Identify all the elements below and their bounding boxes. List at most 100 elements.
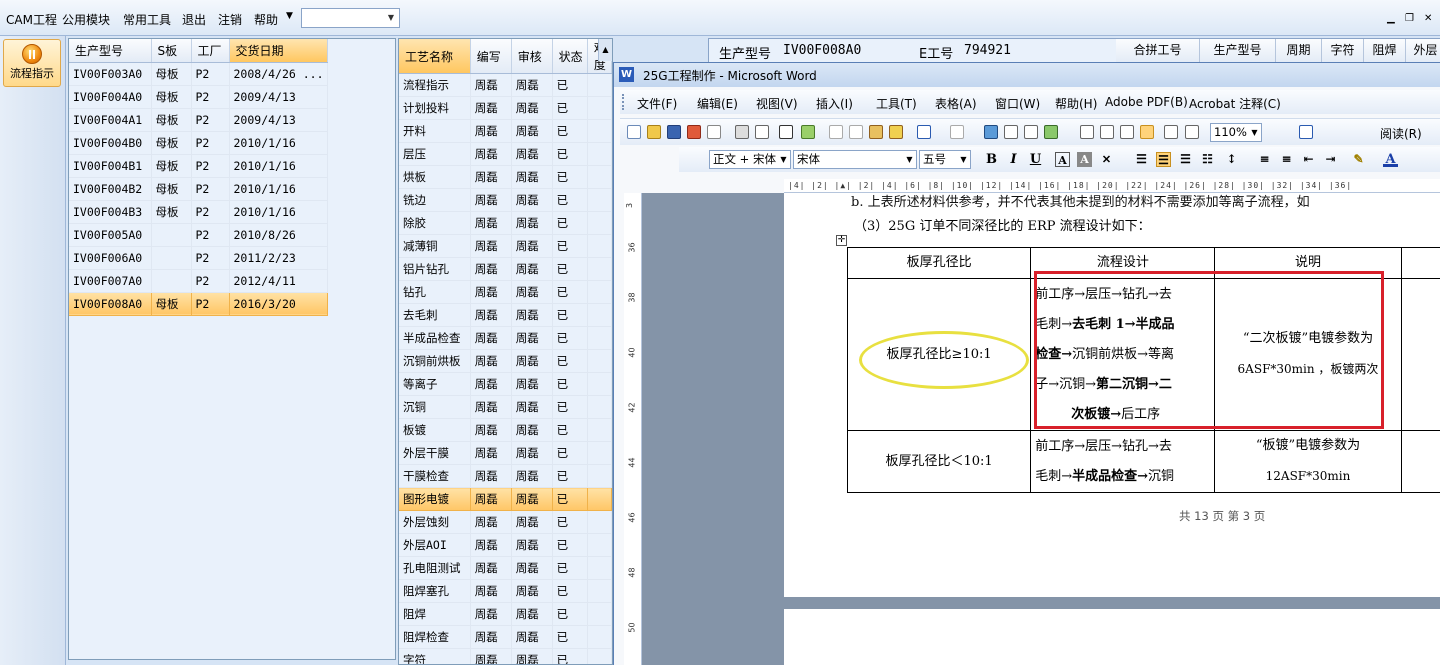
insert-table-icon[interactable] [1024, 125, 1038, 139]
table-move-handle[interactable]: ✛ [836, 235, 847, 246]
table-row[interactable]: 孔电阻测试 周磊 周磊已 [399, 556, 612, 580]
redo-icon[interactable] [950, 125, 964, 139]
char-shading-button[interactable]: A [1077, 152, 1092, 167]
increase-indent-icon[interactable]: ⇥ [1323, 152, 1338, 167]
word-menu-item[interactable]: 视图(V) [756, 95, 798, 112]
word-menu-item[interactable]: 编辑(E) [697, 95, 738, 112]
char-border-button[interactable]: A [1055, 152, 1070, 167]
underline-button[interactable]: U [1028, 152, 1043, 167]
table-row[interactable]: 铝片钻孔 周磊 周磊已 [399, 257, 612, 281]
help-icon[interactable] [1299, 125, 1313, 139]
table-row[interactable]: 开料 周磊 周磊已 [399, 119, 612, 143]
doc-map-icon[interactable] [1120, 125, 1134, 139]
bullets-icon[interactable]: ≡ [1279, 152, 1294, 167]
table-row[interactable]: 流程指示 周磊 周磊已 [399, 73, 612, 97]
table-row[interactable]: 等离子 周磊 周磊已 [399, 372, 612, 396]
vertical-ruler[interactable]: 3 36 38 40 42 44 46 48 50 [624, 193, 642, 665]
menu-exit[interactable]: 退出 [182, 11, 206, 28]
align-right-icon[interactable]: ☰ [1178, 152, 1193, 167]
size-combo[interactable]: 五号 ▼ [919, 150, 971, 169]
menu-help[interactable]: 帮助 [254, 11, 278, 28]
email-icon[interactable] [707, 125, 721, 139]
char-scale-button[interactable]: ✕ [1099, 152, 1114, 167]
tables-borders-icon[interactable] [1004, 125, 1018, 139]
col-header[interactable]: 编写 [470, 39, 512, 74]
drawing-icon[interactable] [1100, 125, 1114, 139]
chevron-down-icon[interactable]: ▼ [286, 11, 293, 21]
document-page[interactable]: b. 上表所述材料供参考，并不代表其他未提到的材料不需要添加等离子流程，如 （3… [784, 193, 1440, 597]
table-row[interactable]: 图形电镀 周磊 周磊已 [399, 487, 612, 511]
chevron-down-icon[interactable]: ▼ [958, 151, 969, 168]
horizontal-ruler[interactable]: |4| |2| |▲| |2| |4| |6| |8| |10| |12| |1… [784, 179, 1440, 193]
table-row[interactable]: 阻焊塞孔 周磊 周磊已 [399, 579, 612, 603]
scroll-up-arrow[interactable]: ▲ [598, 39, 612, 61]
col-header[interactable]: 字符 [1322, 39, 1364, 63]
italic-button[interactable]: I [1006, 152, 1021, 167]
read-icon[interactable] [1185, 125, 1199, 139]
table-row[interactable]: 沉铜 周磊 周磊已 [399, 395, 612, 419]
col-header[interactable]: 审核 [511, 39, 553, 74]
copy-icon[interactable] [849, 125, 863, 139]
col-header[interactable]: 阻焊 [1364, 39, 1406, 63]
table-row[interactable]: IV00F004A1 母板 P2 2009/4/13 [69, 108, 328, 132]
table-row[interactable]: 外层干膜 周磊 周磊已 [399, 441, 612, 465]
table-row[interactable]: 外层蚀刻 周磊 周磊已 [399, 510, 612, 534]
word-menu-item[interactable]: 文件(F) [637, 95, 677, 112]
table-row[interactable]: IV00F004A0 母板 P2 2009/4/13 [69, 85, 328, 109]
reading-button[interactable]: 阅读(R) [1380, 125, 1422, 142]
print-icon[interactable] [735, 125, 749, 139]
table-row[interactable]: 层压 周磊 周磊已 [399, 142, 612, 166]
flow-indication-button[interactable]: 流程指示 [3, 39, 61, 87]
table-row[interactable]: IV00F007A0 P2 2012/4/11 [69, 269, 328, 293]
align-justify-icon[interactable]: ☰ [1134, 152, 1149, 167]
decrease-indent-icon[interactable]: ⇤ [1301, 152, 1316, 167]
cut-icon[interactable] [829, 125, 843, 139]
paste-icon[interactable] [869, 125, 883, 139]
columns-icon[interactable] [1080, 125, 1094, 139]
table-row[interactable]: 减薄铜 周磊 周磊已 [399, 234, 612, 258]
spelling-icon[interactable] [779, 125, 793, 139]
table-row[interactable]: IV00F006A0 P2 2011/2/23 [69, 246, 328, 270]
chevron-down-icon[interactable]: ▼ [383, 9, 399, 27]
col-header[interactable]: 合拼工号 [1116, 39, 1200, 63]
col-header[interactable]: 周期 [1276, 39, 1322, 63]
menu-logout[interactable]: 注销 [218, 11, 242, 28]
document-page-next[interactable] [784, 609, 1440, 665]
font-combo[interactable]: 宋体 ▼ [793, 150, 917, 169]
show-hide-icon[interactable] [1140, 125, 1154, 139]
menu-cam[interactable]: CAM工程 [6, 11, 57, 28]
col-header[interactable]: 生产型号 [1200, 39, 1276, 63]
bold-button[interactable]: B [984, 152, 999, 167]
table-row[interactable]: 除胶 周磊 周磊已 [399, 211, 612, 235]
table-row[interactable]: IV00F005A0 P2 2010/8/26 [69, 223, 328, 247]
table-row[interactable]: 计划投料 周磊 周磊已 [399, 96, 612, 120]
undo-icon[interactable] [917, 125, 931, 139]
word-menu-item[interactable]: 工具(T) [876, 95, 917, 112]
table-row[interactable]: 钻孔 周磊 周磊已 [399, 280, 612, 304]
table-row[interactable]: 干膜检查 周磊 周磊已 [399, 464, 612, 488]
word-menu-item[interactable]: 插入(I) [816, 95, 853, 112]
col-header[interactable]: 交货日期 [229, 39, 328, 63]
col-header[interactable]: 工厂 [191, 39, 230, 63]
chevron-down-icon[interactable]: ▼ [1249, 124, 1260, 141]
minimize-icon[interactable]: ▁ [1387, 13, 1395, 24]
table-row[interactable]: 铣边 周磊 周磊已 [399, 188, 612, 212]
col-header[interactable]: 工艺名称 [399, 39, 471, 74]
style-combo[interactable]: 正文 + 宋体 ▼ [709, 150, 791, 169]
format-painter-icon[interactable] [889, 125, 903, 139]
table-row[interactable]: IV00F004B0 母板 P2 2010/1/16 [69, 131, 328, 155]
table-row[interactable]: IV00F008A0 母板 P2 2016/3/20 [69, 292, 328, 316]
research-icon[interactable] [801, 125, 815, 139]
save-icon[interactable] [667, 125, 681, 139]
table-row[interactable]: IV00F004B1 母板 P2 2010/1/16 [69, 154, 328, 178]
table-row[interactable]: 半成品检查 周磊 周磊已 [399, 326, 612, 350]
open-icon[interactable] [647, 125, 661, 139]
word-menu-item[interactable]: Adobe PDF(B) [1105, 95, 1188, 109]
word-menu-item[interactable]: 窗口(W) [995, 95, 1040, 112]
chevron-down-icon[interactable]: ▼ [904, 151, 915, 168]
col-header[interactable]: 外层 [1406, 39, 1440, 63]
line-spacing-icon[interactable]: ↕ [1224, 152, 1239, 167]
hyperlink-icon[interactable] [984, 125, 998, 139]
table-row[interactable]: IV00F004B3 母板 P2 2010/1/16 [69, 200, 328, 224]
table-row[interactable]: 去毛刺 周磊 周磊已 [399, 303, 612, 327]
